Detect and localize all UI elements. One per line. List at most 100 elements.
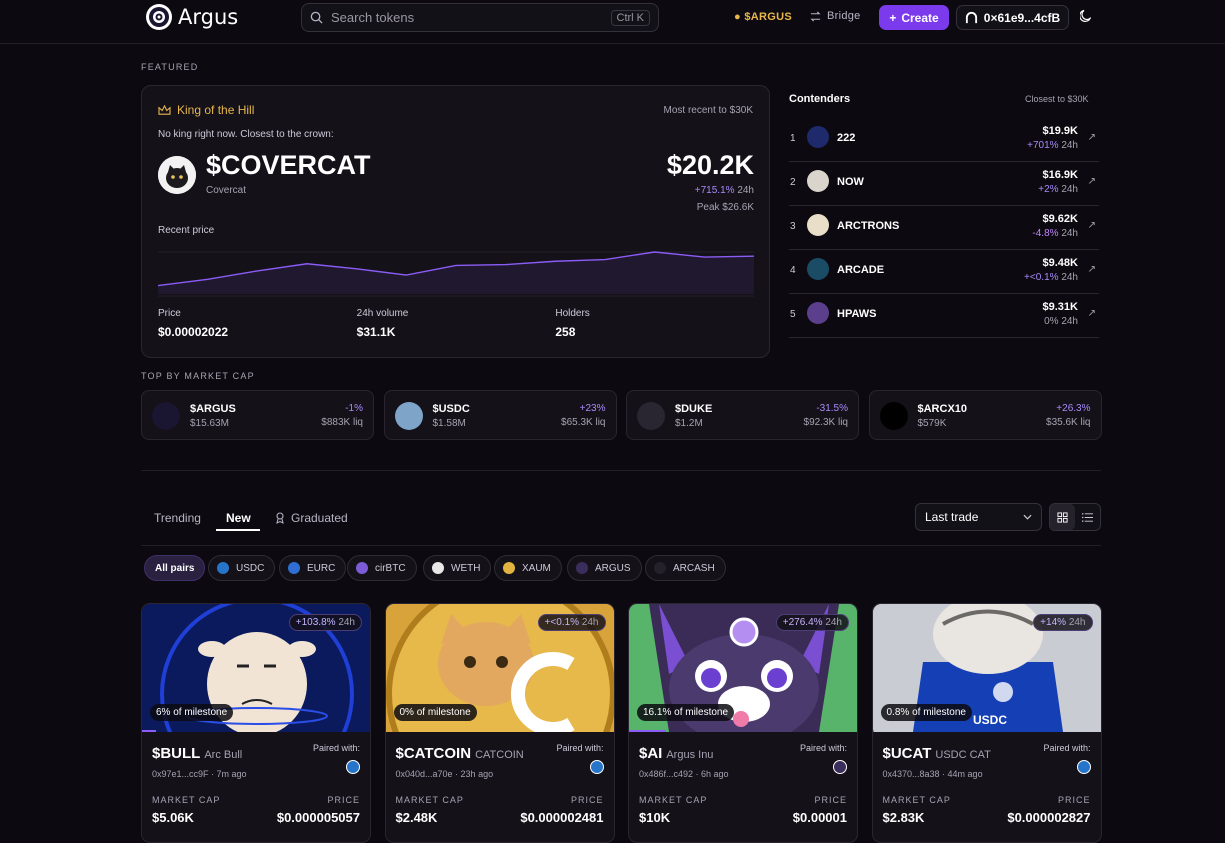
contender-name: HPAWS — [837, 308, 877, 320]
token-address: 0x040d...a70e · 23h ago — [395, 769, 494, 779]
token-change: +<0.1% — [544, 617, 580, 628]
contender-change-value: +701% — [1027, 140, 1059, 151]
bridge-label: Bridge — [827, 10, 861, 22]
price-label: PRICE — [327, 795, 360, 805]
sort-select[interactable]: Last trade — [915, 503, 1042, 531]
price-label: PRICE — [570, 795, 604, 805]
tab-new[interactable]: New — [226, 511, 251, 525]
milestone-badge: 0.8% of milestone — [880, 704, 972, 721]
external-link-icon[interactable]: ↗ — [1088, 132, 1096, 143]
contender-rank: 3 — [790, 221, 796, 232]
wallet-button[interactable]: 0×61e9...4cfB — [956, 5, 1069, 30]
external-link-icon[interactable]: ↗ — [1088, 220, 1096, 231]
king-change-value: +715.1% — [694, 185, 735, 196]
search-input[interactable] — [331, 10, 603, 25]
pair-chip-cirbtc[interactable]: cirBTC — [347, 555, 417, 581]
swap-icon — [810, 11, 821, 21]
market-cap-card[interactable]: $ARCX10 $579K +26.3% $35.6K liq — [868, 390, 1102, 440]
stat-volume: 24h volume $31.1K — [357, 308, 556, 339]
token-address: 0x4370...8a38 · 44m ago — [882, 769, 983, 779]
contender-row[interactable]: 4 ARCADE $9.48K +<0.1% 24h ↗ — [789, 250, 1099, 294]
token-card[interactable]: +276.4% 24h 16.1% of milestone $AI Argus In… — [628, 603, 858, 843]
argus-token-link[interactable]: ● $ARGUS — [734, 11, 792, 23]
pair-chip-arcash[interactable]: ARCASH — [645, 555, 726, 581]
contender-market-cap: $9.62K — [1042, 213, 1078, 225]
token-card[interactable]: USDC +14% 24h 0.8% of milestone $UCAT USDC C… — [871, 603, 1102, 843]
pair-chip-xaum[interactable]: XAUM — [494, 555, 562, 581]
theme-toggle[interactable] — [1079, 8, 1098, 26]
pair-chip-all-pairs[interactable]: All pairs — [144, 555, 206, 581]
stat-value: $0.00002022 — [158, 325, 229, 339]
covercat-avatar — [158, 156, 196, 194]
external-link-icon[interactable]: ↗ — [1088, 176, 1096, 187]
logo[interactable]: Argus — [146, 4, 238, 30]
token-price: $0.000005057 — [276, 810, 360, 825]
pair-chip-weth[interactable]: WETH — [423, 555, 492, 581]
token-card[interactable]: +103.8% 24h 6% of milestone $BULL Arc Bull 0… — [141, 603, 371, 843]
contender-change: -4.8% 24h — [1032, 228, 1078, 239]
duke-icon — [637, 402, 665, 430]
pair-chip-usdc[interactable]: USDC — [208, 555, 276, 581]
market-cap-card[interactable]: $ARGUS $15.63M -1% $883K liq — [141, 390, 374, 440]
tabs-divider — [141, 545, 1101, 546]
argus-icon — [833, 760, 847, 774]
pair-chip-eurc[interactable]: EURC — [279, 555, 347, 581]
arcx10-icon — [879, 402, 908, 430]
market-cap-value: $1.2M — [675, 418, 703, 429]
wallet-address: 0×61e9...4cfB — [983, 10, 1061, 25]
paired-with-label: Paired with: — [312, 743, 360, 753]
king-criteria: Most recent to $30K — [663, 105, 754, 116]
milestone-progress-bar — [142, 730, 156, 732]
contender-name: ARCADE — [837, 264, 885, 276]
contender-row[interactable]: 2 NOW $16.9K +2% 24h ↗ — [789, 162, 1099, 206]
pair-chip-label: ARCASH — [673, 562, 715, 574]
create-label: Create — [901, 10, 939, 25]
pair-chip-argus[interactable]: ARGUS — [567, 555, 642, 581]
tab-trending[interactable]: Trending — [154, 511, 201, 525]
contender-change-value: 0% — [1044, 316, 1059, 327]
token-change: +103.8% — [295, 617, 336, 628]
search-bar[interactable]: Ctrl K — [301, 3, 659, 32]
moon-icon — [1079, 9, 1092, 22]
king-stats: Price $0.00002022 24h volume $31.1K Holder… — [158, 308, 754, 339]
contender-change-period: 24h — [1061, 316, 1078, 327]
featured-label: FEATURED — [141, 62, 199, 72]
list-icon — [1082, 512, 1093, 522]
stat-label: Holders — [555, 308, 590, 319]
contender-name: 222 — [837, 132, 856, 144]
king-change-period: 24h — [737, 185, 754, 196]
token-ticker: $AI — [639, 745, 663, 762]
contender-rank: 4 — [790, 265, 796, 276]
external-link-icon[interactable]: ↗ — [1088, 308, 1096, 319]
token-title: $UCAT USDC CAT — [883, 745, 991, 762]
market-cap-card[interactable]: $DUKE $1.2M -31.5% $92.3K liq — [626, 390, 859, 440]
market-cap-ticker: $DUKE — [675, 403, 713, 415]
market-cap-ticker: $ARGUS — [190, 403, 236, 415]
search-icon — [310, 11, 323, 24]
stat-holders: Holders 258 — [555, 308, 754, 339]
contender-row[interactable]: 5 HPAWS $9.31K 0% 24h ↗ — [789, 294, 1099, 338]
market-cap-ticker: $USDC — [432, 403, 470, 415]
king-of-the-hill-card[interactable]: King of the Hill Most recent to $30K No … — [141, 85, 770, 358]
king-subtitle: No king right now. Closest to the crown: — [158, 129, 334, 140]
milestone-badge: 0% of milestone — [393, 704, 477, 721]
create-button[interactable]: + Create — [879, 5, 949, 30]
contender-row[interactable]: 1 222 $19.9K +701% 24h ↗ — [789, 118, 1099, 162]
grid-view-button[interactable] — [1050, 504, 1075, 530]
svg-text:USDC: USDC — [973, 713, 1007, 727]
contender-change-period: 24h — [1061, 228, 1078, 239]
external-link-icon[interactable]: ↗ — [1088, 264, 1096, 275]
pair-chip-label: WETH — [451, 562, 481, 574]
market-cap-card[interactable]: $USDC $1.58M +23% $65.3K liq — [383, 390, 617, 440]
tab-graduated[interactable]: Graduated — [275, 511, 348, 525]
token-card[interactable]: +<0.1% 24h 0% of milestone $CATCOIN CATCOIN… — [384, 603, 615, 843]
price-label: PRICE — [1057, 795, 1091, 805]
king-title: King of the Hill — [177, 103, 255, 117]
token-name: USDC CAT — [935, 749, 991, 761]
list-view-button[interactable] — [1075, 504, 1100, 530]
token-change-period: 24h — [825, 617, 842, 628]
contenders-title: Contenders — [789, 93, 851, 105]
bridge-link[interactable]: Bridge — [810, 10, 861, 22]
contender-row[interactable]: 3 ARCTRONS $9.62K -4.8% 24h ↗ — [789, 206, 1099, 250]
king-market-cap: $20.2K — [666, 150, 754, 180]
